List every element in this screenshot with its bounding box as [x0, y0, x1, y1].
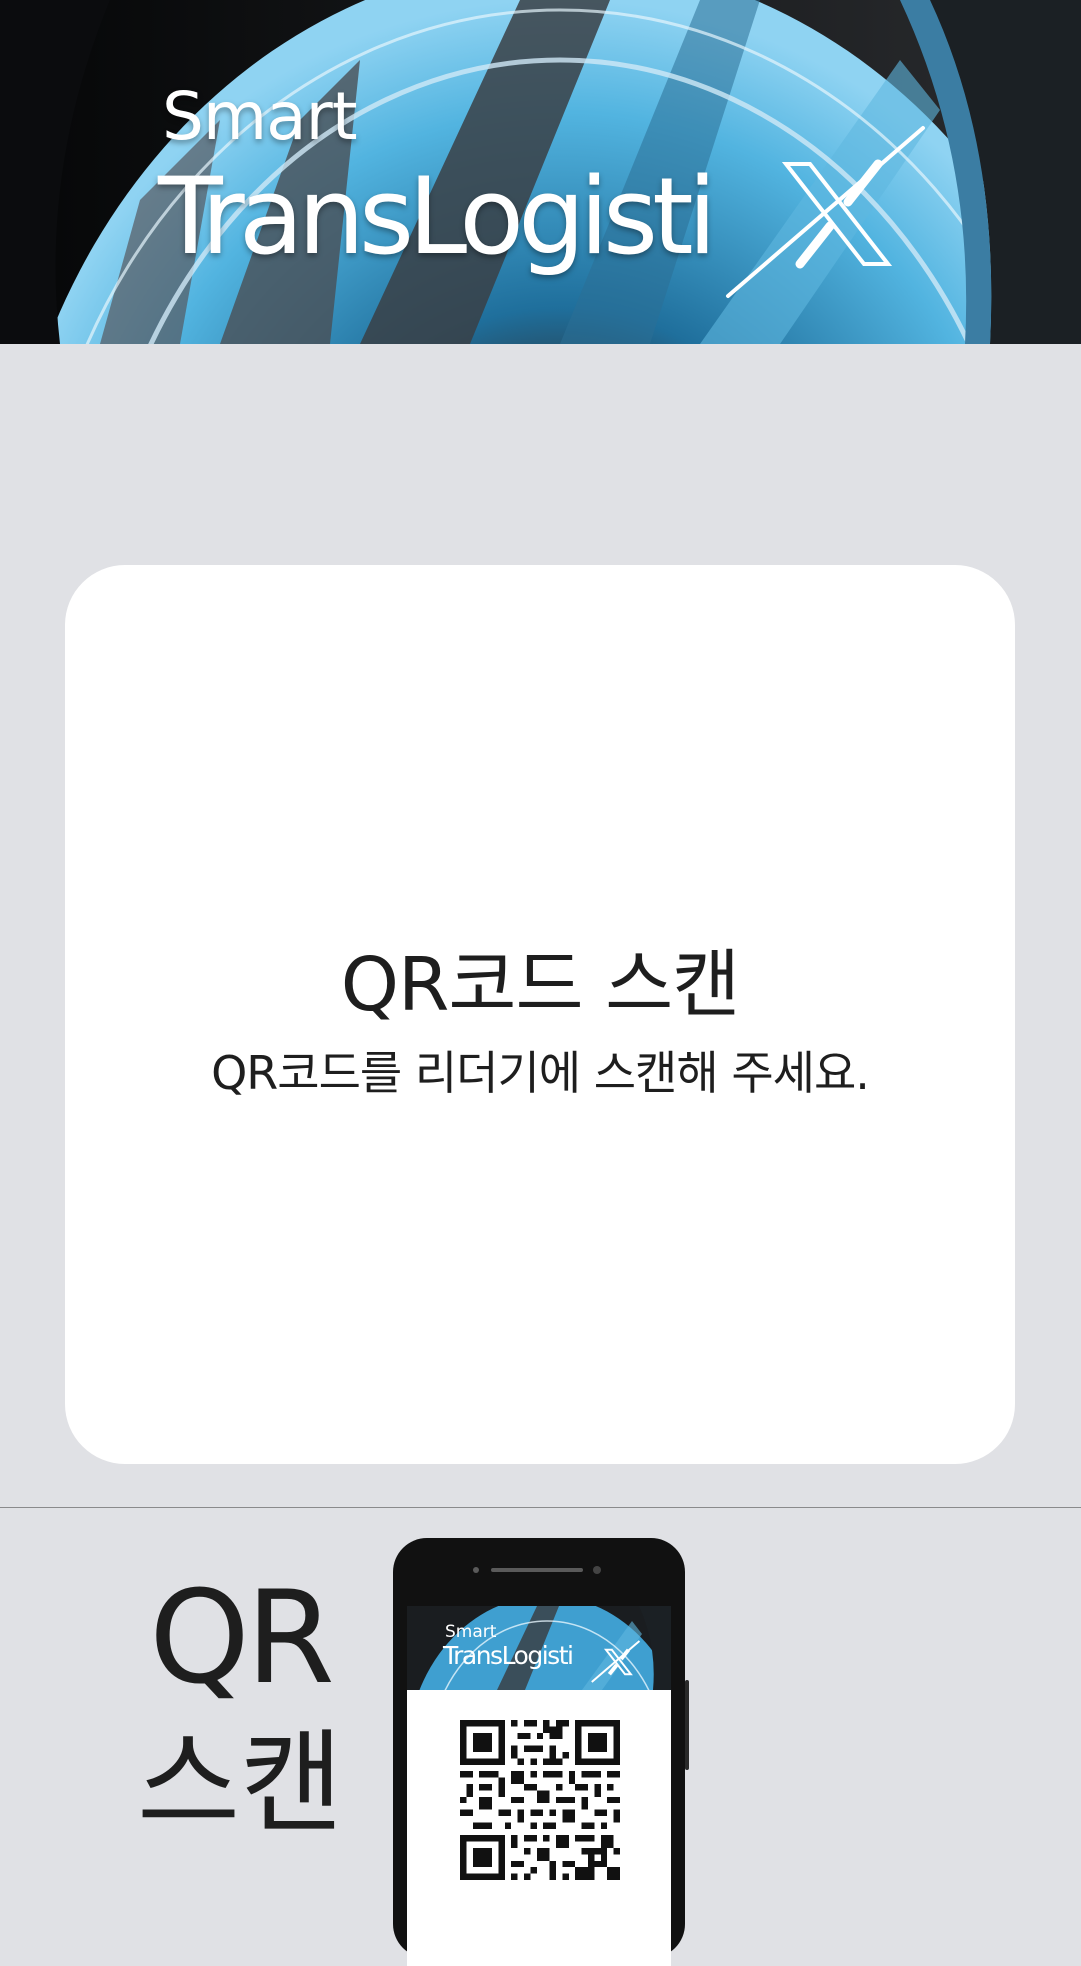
- guide-qr-label: QR: [149, 1564, 335, 1713]
- card-instruction: QR코드를 리더기에 스캔해 주세요.: [211, 1046, 870, 1100]
- phone-camera: [593, 1566, 601, 1574]
- brand-x-mark-icon: [726, 126, 925, 298]
- phone-side-button: [685, 1680, 689, 1770]
- logo-translogisti-text: TransLogisti: [158, 155, 717, 278]
- card-title: QR코드 스캔: [340, 942, 741, 1028]
- header-banner: Smart TransLogisti: [0, 0, 1081, 344]
- phone-screen: Smart TransLogisti: [407, 1606, 671, 1966]
- qr-scan-card: QR코드 스캔 QR코드를 리더기에 스캔해 주세요.: [65, 565, 1015, 1464]
- phone-illustration: Smart TransLogisti: [393, 1538, 689, 1966]
- mini-logo-smart: Smart: [445, 1622, 497, 1642]
- guide-scan-label: 스캔: [136, 1719, 344, 1849]
- phone-screen-banner: Smart TransLogisti: [407, 1606, 671, 1690]
- divider: [0, 1507, 1081, 1508]
- mini-x-mark-icon: [591, 1640, 641, 1683]
- phone-speaker: [491, 1568, 583, 1572]
- qr-code-icon: [460, 1720, 620, 1880]
- logo-smart-text: Smart: [162, 78, 358, 155]
- mini-logo-translogisti: TransLogisti: [443, 1641, 574, 1670]
- phone-sensor: [473, 1567, 479, 1573]
